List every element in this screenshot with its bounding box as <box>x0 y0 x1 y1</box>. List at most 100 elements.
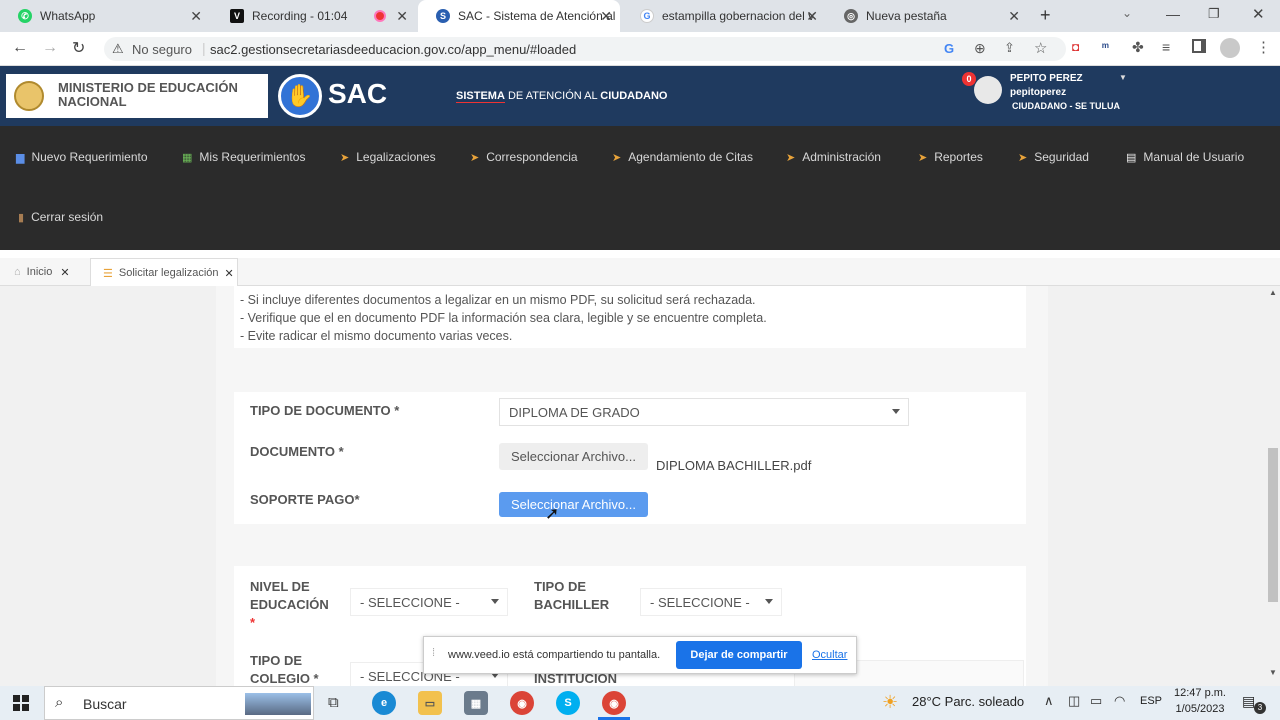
close-icon[interactable]: ✕ <box>806 8 818 25</box>
screen-share-bar: ⁞ www.veed.io está compartiendo tu panta… <box>423 636 857 674</box>
clock-time[interactable]: 12:47 p.m. <box>1172 687 1228 699</box>
nav-mis-requerimientos[interactable]: ▦ Mis Requerimientos <box>182 150 305 164</box>
side-panel-icon[interactable] <box>1192 39 1206 53</box>
tab-new[interactable]: ◎ Nueva pestaña ✕ <box>826 0 1028 32</box>
windows-start-icon[interactable] <box>13 695 29 711</box>
forward-button[interactable]: → <box>42 39 58 57</box>
notification-badge[interactable]: 0 <box>962 72 976 86</box>
chrome-icon[interactable]: ◉ <box>510 691 534 715</box>
tab-inicio[interactable]: ⌂ Inicio ✕ <box>14 258 70 286</box>
nav-nuevo-requerimiento[interactable]: ▆ Nuevo Requerimiento <box>16 150 148 164</box>
url-field[interactable]: ⚠ No seguro | sac2.gestionsecretariasdee… <box>104 37 1066 61</box>
extension-icon[interactable]: ◘ <box>1072 40 1079 54</box>
close-icon[interactable]: ✕ <box>225 267 234 280</box>
nav-agendamiento[interactable]: ➤ Agendamiento de Citas <box>612 150 753 164</box>
drag-handle-icon[interactable]: ⁞ <box>432 647 435 659</box>
more-icon[interactable]: ⋮ <box>1256 38 1271 56</box>
close-icon[interactable]: ✕ <box>1008 8 1020 25</box>
file-explorer-icon[interactable]: ▭ <box>418 691 442 715</box>
user-name[interactable]: PEPITO PEREZ <box>1010 73 1083 84</box>
taskbar-search[interactable]: ⌕ Buscar <box>44 686 314 720</box>
system-subtitle: SISTEMA DE ATENCIÓN AL CIUDADANO <box>456 90 668 103</box>
page-scrollbar[interactable]: ▲ ▼ <box>1266 286 1280 686</box>
extension-icon[interactable]: ᵐ <box>1102 40 1109 54</box>
close-icon[interactable]: ✕ <box>190 8 202 25</box>
chevron-icon: ➤ <box>786 151 796 164</box>
scroll-down-icon[interactable]: ▼ <box>1269 668 1277 677</box>
bachiller-type-select[interactable]: - SELECCIONE - <box>640 588 782 616</box>
separator: | <box>202 40 206 56</box>
weather-icon[interactable]: ☀ <box>882 692 898 713</box>
tab-estampilla[interactable]: G estampilla gobernacion del v ✕ <box>622 0 826 32</box>
tab-label: Recording - 01:04 <box>252 9 348 23</box>
user-login: pepitoperez <box>1010 87 1067 98</box>
back-button[interactable]: ← <box>12 39 28 57</box>
tab-search-icon[interactable]: ⌄ <box>1122 6 1132 20</box>
document-file-name: DIPLOMA BACHILLER.pdf <box>656 458 812 473</box>
google-lens-icon[interactable]: G <box>944 41 954 56</box>
home-icon: ⌂ <box>14 266 21 278</box>
clock-date[interactable]: 1/05/2023 <box>1172 703 1228 715</box>
skype-icon[interactable]: S <box>556 691 580 715</box>
hide-link[interactable]: Ocultar <box>812 649 847 661</box>
reading-list-icon[interactable]: ≡ <box>1162 39 1170 55</box>
tab-label: SAC - Sistema de Atención al <box>458 9 616 23</box>
nav-manual-usuario[interactable]: ▤ Manual de Usuario <box>1126 150 1244 164</box>
chevron-down-icon[interactable]: ▼ <box>1119 73 1127 82</box>
close-icon[interactable]: ✕ <box>60 266 69 279</box>
stop-sharing-button[interactable]: Dejar de compartir <box>676 641 802 669</box>
task-view-icon[interactable]: ⧉ <box>328 694 339 711</box>
dropdown-arrow-icon <box>491 599 499 604</box>
nav-legalizaciones[interactable]: ➤ Legalizaciones <box>340 150 436 164</box>
doc-type-select[interactable]: DIPLOMA DE GRADO <box>499 398 909 426</box>
avatar[interactable] <box>974 76 1002 104</box>
main-content: - Si incluye diferentes documentos a leg… <box>0 286 1266 686</box>
recording-icon <box>374 10 386 22</box>
minimize-button[interactable]: — <box>1166 6 1180 22</box>
close-window-button[interactable]: ✕ <box>1252 5 1265 23</box>
nav-correspondencia[interactable]: ➤ Correspondencia <box>470 150 578 164</box>
document-label: DOCUMENTO * <box>250 444 344 459</box>
bookmark-star-icon[interactable]: ☆ <box>1034 39 1047 57</box>
tab-solicitar-legalizacion[interactable]: ☰ Solicitar legalización ✕ <box>90 258 238 287</box>
notification-count-badge[interactable]: 3 <box>1254 702 1266 714</box>
payment-file-button[interactable]: Seleccionar Archivo... <box>499 492 648 517</box>
tray-expand-icon[interactable]: ∧ <box>1044 693 1054 709</box>
tab-recording[interactable]: V Recording - 01:04 ✕ <box>212 0 416 32</box>
scrollbar-thumb[interactable] <box>1268 448 1278 602</box>
restore-button[interactable]: ❐ <box>1208 6 1220 22</box>
close-icon[interactable]: ✕ <box>396 8 408 25</box>
new-tab-button[interactable]: + <box>1040 5 1051 26</box>
share-icon[interactable]: ⇪ <box>1004 40 1015 56</box>
reload-button[interactable]: ↻ <box>72 38 85 58</box>
bachiller-type-label: TIPO DE BACHILLER <box>534 579 610 612</box>
weather-text[interactable]: 28°C Parc. soleado <box>912 694 1024 709</box>
close-icon[interactable]: ✕ <box>600 8 612 25</box>
dropdown-arrow-icon <box>892 409 900 414</box>
zoom-icon[interactable]: ⊕ <box>974 40 986 57</box>
edge-icon[interactable]: e <box>372 691 396 715</box>
note-item: - Evite radicar el mismo documento varia… <box>240 329 513 343</box>
wifi-icon[interactable]: ◠ <box>1114 693 1125 709</box>
meet-icon[interactable]: ◫ <box>1068 693 1080 709</box>
list-icon: ☰ <box>103 267 113 280</box>
profile-icon[interactable] <box>1220 38 1240 58</box>
chrome-icon[interactable]: ◉ <box>602 691 626 715</box>
education-level-select[interactable]: - SELECCIONE - <box>350 588 508 616</box>
google-icon: G <box>640 9 654 23</box>
language-indicator[interactable]: ESP <box>1140 695 1162 707</box>
puzzle-icon[interactable]: ✤ <box>1132 39 1144 56</box>
document-file-button[interactable]: Seleccionar Archivo... <box>499 443 648 470</box>
tab-sac[interactable]: S SAC - Sistema de Atención al ✕ <box>418 0 620 32</box>
scroll-up-icon[interactable]: ▲ <box>1269 288 1277 297</box>
sac-logo-icon: ✋ <box>278 74 322 118</box>
calculator-icon[interactable]: ▦ <box>464 691 488 715</box>
nav-reportes[interactable]: ➤ Reportes <box>918 150 983 164</box>
search-label: Buscar <box>83 696 127 712</box>
nav-seguridad[interactable]: ➤ Seguridad <box>1018 150 1089 164</box>
nav-administracion[interactable]: ➤ Administración <box>786 150 881 164</box>
whatsapp-icon: ✆ <box>18 9 32 23</box>
battery-icon[interactable]: ▭ <box>1090 693 1102 709</box>
tab-whatsapp[interactable]: ✆ WhatsApp ✕ <box>0 0 210 32</box>
nav-cerrar-sesion[interactable]: ▮ Cerrar sesión <box>18 210 103 224</box>
